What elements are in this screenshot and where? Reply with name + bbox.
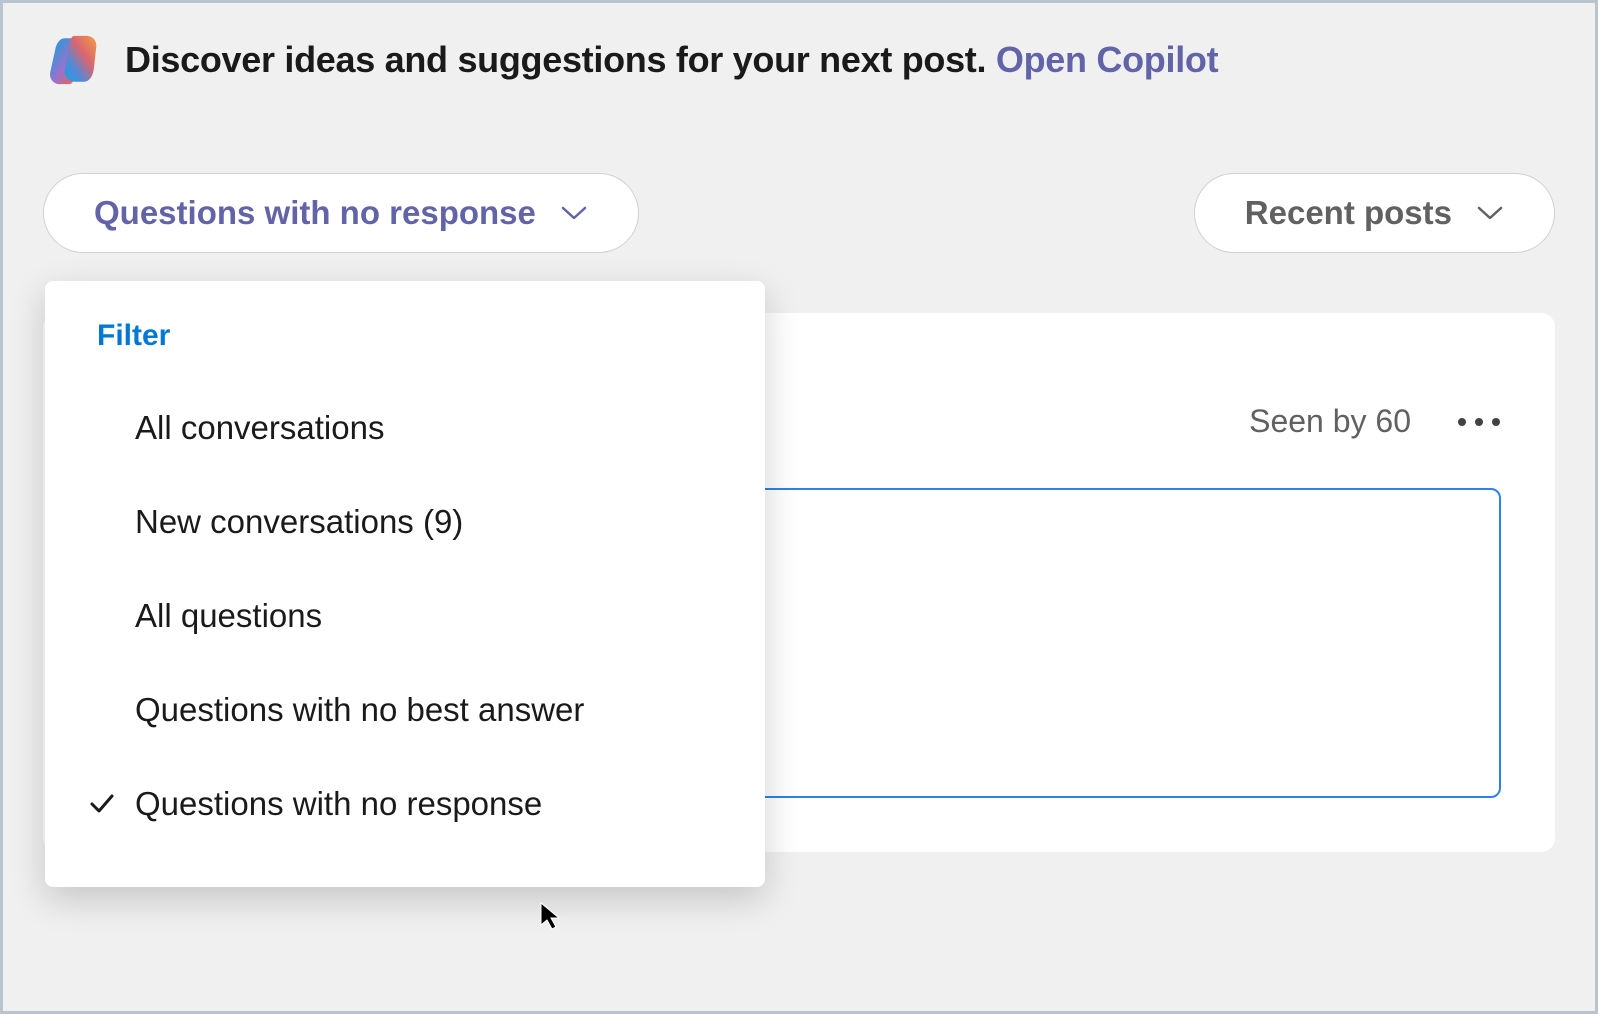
dropdown-item-all-questions[interactable]: All questions <box>45 569 765 663</box>
dropdown-item-no-response[interactable]: Questions with no response <box>45 757 765 851</box>
copilot-icon <box>43 31 101 89</box>
open-copilot-link[interactable]: Open Copilot <box>996 39 1218 80</box>
dropdown-item-no-best-answer[interactable]: Questions with no best answer <box>45 663 765 757</box>
checkmark-icon <box>87 789 117 819</box>
dropdown-item-label: Questions with no best answer <box>135 691 584 729</box>
filter-dropdown-button[interactable]: Questions with no response <box>43 173 639 253</box>
seen-by-label: Seen by 60 <box>1249 403 1411 440</box>
chevron-down-icon <box>560 204 588 222</box>
dropdown-item-label: All questions <box>135 597 322 635</box>
banner-text: Discover ideas and suggestions for your … <box>125 39 1218 81</box>
copilot-banner: Discover ideas and suggestions for your … <box>3 3 1595 117</box>
dropdown-item-label: Questions with no response <box>135 785 542 823</box>
banner-message: Discover ideas and suggestions for your … <box>125 39 986 80</box>
chevron-down-icon <box>1476 204 1504 222</box>
cursor-icon <box>539 901 563 931</box>
sort-dropdown-button[interactable]: Recent posts <box>1194 173 1555 253</box>
filter-row: Questions with no response Recent posts <box>3 117 1595 253</box>
dropdown-item-label: New conversations (9) <box>135 503 463 541</box>
sort-dropdown-label: Recent posts <box>1245 194 1452 232</box>
dropdown-header: Filter <box>45 305 765 381</box>
dropdown-item-all-conversations[interactable]: All conversations <box>45 381 765 475</box>
dropdown-item-new-conversations[interactable]: New conversations (9) <box>45 475 765 569</box>
filter-dropdown-label: Questions with no response <box>94 194 536 232</box>
dropdown-item-label: All conversations <box>135 409 384 447</box>
more-options-icon[interactable] <box>1457 417 1501 427</box>
filter-dropdown-menu: Filter All conversations New conversatio… <box>45 281 765 887</box>
